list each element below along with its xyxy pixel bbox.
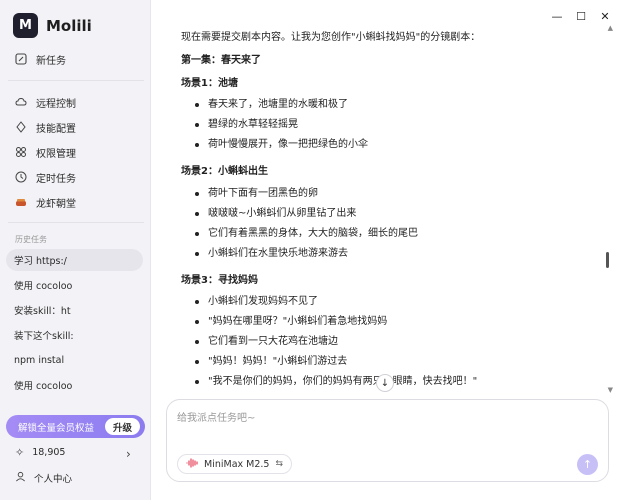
brand: M Molili	[13, 13, 92, 38]
scroll-down-icon[interactable]: ▼	[608, 386, 613, 394]
app-logo: M	[13, 13, 38, 38]
chat-list-item: 荷叶慢慢展开，像一把把绿色的小伞	[181, 138, 368, 151]
sidebar-item-lobster[interactable]: 龙虾朝堂	[8, 191, 144, 213]
clock-icon	[15, 171, 27, 183]
swap-icon: ⇆	[275, 459, 284, 469]
chat-paragraph: 现在需要提交剧本内容。让我为您创作"小蝌蚪找妈妈"的分镜剧本：	[181, 32, 481, 43]
divider	[8, 222, 144, 223]
main-panel: — ☐ ✕ 现在需要提交剧本内容。让我为您创作"小蝌蚪找妈妈"的分镜剧本： 第一集…	[151, 0, 625, 500]
sidebar: M Molili 新任务 远程控制 技能配置 权限管理 定时任务 龙虾朝堂 历史…	[0, 0, 151, 500]
sidebar-item-permissions[interactable]: 权限管理	[8, 141, 144, 163]
app-name: Molili	[46, 16, 92, 35]
history-item[interactable]: 学习 https:/	[6, 249, 143, 271]
chat-list-item: 碧绿的水草轻轻摇晃	[181, 118, 298, 131]
sidebar-item-label: 远程控制	[36, 98, 76, 110]
sidebar-item-label: 龙虾朝堂	[36, 198, 76, 210]
points-item[interactable]: ✧ 18,905	[15, 446, 65, 459]
model-name: MiniMax M2.5	[204, 458, 270, 470]
chat-list-item: 啵啵啵~小蝌蚪们从卵里钻了出来	[181, 207, 356, 220]
new-task-button[interactable]: 新任务	[8, 48, 144, 70]
history-item[interactable]: 使用 cocoloo	[6, 274, 143, 296]
chat-heading: 场景2：小蝌蚪出生	[181, 166, 268, 177]
history-item[interactable]: 使用 cocoloo	[6, 374, 143, 396]
lobster-icon	[15, 196, 27, 208]
minimize-icon[interactable]: —	[545, 8, 569, 24]
cloud-icon	[15, 96, 27, 108]
chat-heading: 场景3：寻找妈妈	[181, 275, 258, 286]
chat-list-item: 小蝌蚪们在水里快乐地游来游去	[181, 247, 348, 260]
chevron-right-icon[interactable]: ›	[126, 447, 131, 461]
chat-list-item: "妈妈在哪里呀？"小蝌蚪们着急地找妈妈	[181, 315, 387, 328]
upgrade-button[interactable]: 升级	[104, 418, 140, 435]
sidebar-item-scheduled[interactable]: 定时任务	[8, 166, 144, 188]
maximize-icon[interactable]: ☐	[569, 8, 593, 24]
sidebar-item-skills[interactable]: 技能配置	[8, 116, 144, 138]
composer: MiniMax M2.5 ⇆ ↑	[166, 399, 609, 482]
points-value: 18,905	[32, 447, 66, 458]
history-item[interactable]: 装下这个skill:	[6, 324, 143, 346]
vip-banner[interactable]: 解锁全量会员权益 升级	[6, 415, 145, 438]
sidebar-item-label: 权限管理	[36, 148, 76, 160]
chat-list-item: "妈妈！妈妈！"小蝌蚪们游过去	[181, 355, 347, 368]
task-input[interactable]	[177, 409, 597, 427]
user-center-label: 个人中心	[34, 474, 73, 485]
window-controls: — ☐ ✕	[545, 8, 617, 24]
chat-list-item: "我不是你们的妈妈，你们的妈妈有两只大眼睛，快去找吧！"	[181, 375, 477, 388]
divider	[8, 80, 144, 81]
vip-text: 解锁全量会员权益	[18, 422, 95, 434]
history-section-label: 历史任务	[15, 235, 47, 244]
user-icon	[15, 471, 26, 485]
chat-list-item: 它们看到一只大花鸡在池塘边	[181, 335, 338, 348]
scroll-up-icon[interactable]: ▲	[608, 24, 613, 32]
history-item[interactable]: npm instal	[6, 349, 143, 371]
send-button[interactable]: ↑	[577, 454, 598, 475]
sidebar-item-label: 定时任务	[36, 173, 76, 185]
new-task-label: 新任务	[36, 55, 66, 67]
new-task-icon	[15, 53, 27, 65]
chat-list-item: 荷叶下面有一团黑色的卵	[181, 187, 318, 200]
sparkle-icon: ✧	[15, 446, 25, 459]
model-selector[interactable]: MiniMax M2.5 ⇆	[177, 454, 293, 474]
chat-heading: 第一集：春天来了	[181, 55, 261, 66]
sidebar-item-label: 技能配置	[36, 123, 76, 135]
history-item[interactable]: 安装skill：ht	[6, 299, 143, 321]
sidebar-item-remote[interactable]: 远程控制	[8, 91, 144, 113]
chat-list-item: 它们有着黑黑的身体，大大的脑袋，细长的尾巴	[181, 227, 418, 240]
chat-list-item: 春天来了，池塘里的水暖和极了	[181, 98, 348, 111]
grid-icon	[15, 146, 27, 158]
chat-list-item: 小蝌蚪们发现妈妈不见了	[181, 295, 318, 308]
scroll-to-bottom-button[interactable]: ↓	[376, 374, 394, 392]
close-icon[interactable]: ✕	[593, 8, 617, 24]
scrollbar-thumb[interactable]	[606, 252, 609, 268]
diamond-icon	[15, 121, 27, 133]
waveform-icon	[186, 457, 198, 471]
user-center-item[interactable]: 个人中心	[15, 471, 72, 485]
chat-heading: 场景1：池塘	[181, 78, 238, 89]
